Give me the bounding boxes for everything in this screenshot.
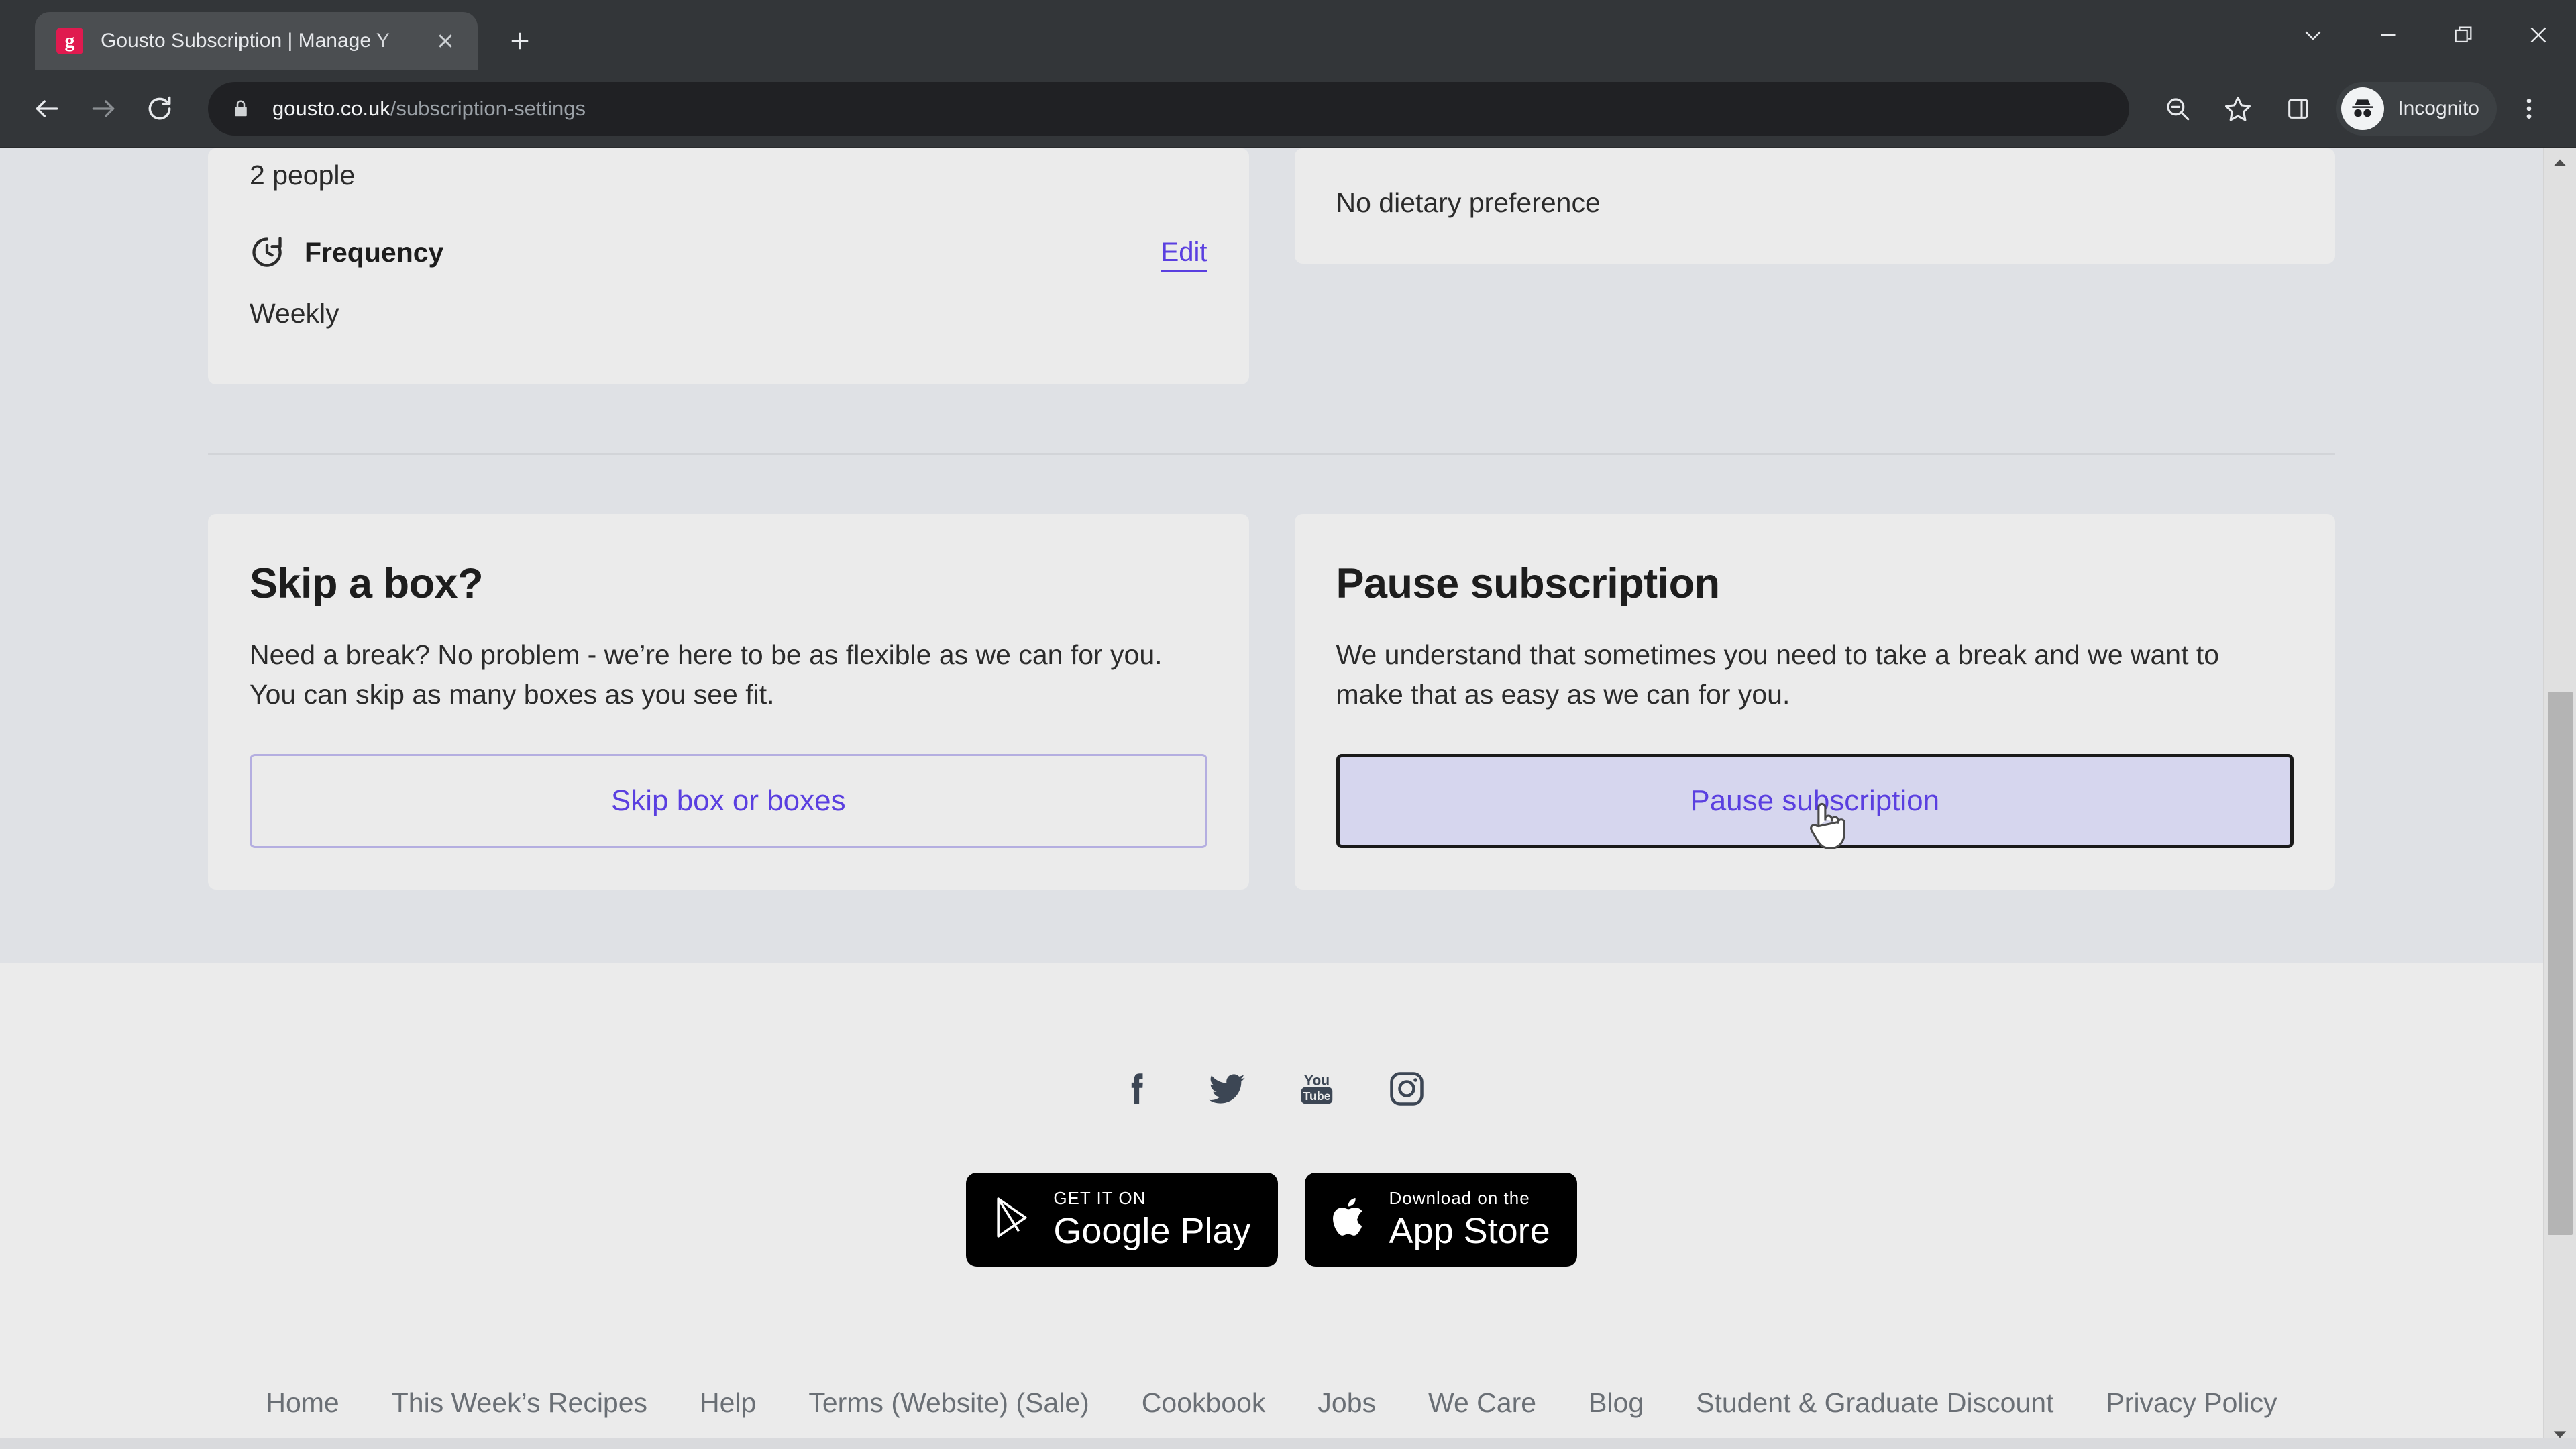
browser-tab[interactable]: g Gousto Subscription | Manage Y [35, 12, 478, 70]
lock-icon [231, 99, 255, 119]
page-viewport: 2 people Frequency Edit Weekly No dietar… [0, 148, 2576, 1449]
google-play-small: GET IT ON [1053, 1188, 1146, 1209]
instagram-icon[interactable] [1382, 1064, 1432, 1114]
bookmark-star-icon[interactable] [2210, 80, 2266, 137]
footer-link-home[interactable]: Home [266, 1387, 339, 1419]
back-arrow-icon[interactable] [19, 80, 75, 137]
page-content: 2 people Frequency Edit Weekly No dietar… [0, 148, 2543, 1449]
tab-strip: g Gousto Subscription | Manage Y [0, 0, 2576, 70]
skip-button-label: Skip box or boxes [610, 784, 846, 817]
dietary-preference-card: No dietary preference [1294, 148, 2335, 264]
svg-text:You: You [1303, 1073, 1329, 1088]
skip-box-or-boxes-button[interactable]: Skip box or boxes [250, 753, 1208, 848]
twitter-icon[interactable] [1202, 1064, 1252, 1114]
tab-search-icon[interactable] [2275, 0, 2351, 70]
side-panel-icon[interactable] [2270, 80, 2326, 137]
footer-link-blog[interactable]: Blog [1589, 1387, 1644, 1419]
app-store-text: Download on the App Store [1389, 1189, 1550, 1249]
google-play-text: GET IT ON Google Play [1053, 1189, 1250, 1249]
subscription-settings-row: 2 people Frequency Edit Weekly No dietar… [0, 148, 2543, 384]
frequency-row: Frequency Edit [250, 235, 1208, 270]
new-tab-button[interactable] [496, 17, 543, 64]
browser-toolbar: gousto.co.uk/subscription-settings Incog… [0, 70, 2576, 148]
pause-card-heading: Pause subscription [1336, 560, 1721, 607]
frequency-label: Frequency [305, 236, 444, 268]
bottom-edge-strip [0, 1438, 2576, 1449]
site-footer: You Tube GET IT ON Google Play Download … [0, 963, 2543, 1449]
skip-card-heading: Skip a box? [250, 560, 484, 607]
gousto-favicon: g [56, 28, 83, 54]
page-scrollbar[interactable] [2543, 148, 2576, 1449]
footer-link-we-care[interactable]: We Care [1428, 1387, 1536, 1419]
household-size-value: 2 people [250, 160, 356, 191]
footer-link-jobs[interactable]: Jobs [1318, 1387, 1376, 1419]
subscription-details-card: 2 people Frequency Edit Weekly [208, 148, 1249, 384]
frequency-edit-link[interactable]: Edit [1161, 237, 1208, 268]
window-close-icon[interactable] [2501, 0, 2576, 70]
browser-window: g Gousto Subscription | Manage Y gousto.… [0, 0, 2576, 1449]
minimize-icon[interactable] [2351, 0, 2426, 70]
url-host: gousto.co.uk [272, 96, 390, 120]
address-bar[interactable]: gousto.co.uk/subscription-settings [208, 81, 2130, 136]
google-play-badge[interactable]: GET IT ON Google Play [966, 1172, 1278, 1267]
incognito-indicator[interactable]: Incognito [2336, 81, 2497, 136]
google-play-big: Google Play [1053, 1211, 1251, 1252]
zoom-out-icon[interactable] [2149, 80, 2206, 137]
social-links: You Tube [0, 1064, 2543, 1114]
reload-icon[interactable] [131, 80, 188, 137]
youtube-icon[interactable]: You Tube [1292, 1064, 1342, 1114]
footer-link-terms[interactable]: Terms (Website) (Sale) [808, 1387, 1089, 1419]
skip-card-body: Need a break? No problem - we’re here to… [250, 639, 1163, 710]
app-store-small: Download on the [1389, 1188, 1530, 1209]
three-dot-menu-icon[interactable] [2501, 80, 2557, 137]
google-play-icon [993, 1195, 1034, 1243]
skip-a-box-card: Skip a box? Need a break? No problem - w… [208, 514, 1249, 890]
footer-link-student-graduate-discount[interactable]: Student & Graduate Discount [1696, 1387, 2053, 1419]
app-store-badges: GET IT ON Google Play Download on the Ap… [0, 1172, 2543, 1267]
frequency-value: Weekly [250, 298, 339, 329]
pause-subscription-card: Pause subscription We understand that so… [1294, 514, 2335, 890]
actions-row: Skip a box? Need a break? No problem - w… [0, 455, 2543, 890]
scrollbar-thumb[interactable] [2548, 692, 2573, 1235]
url-path: /subscription-settings [390, 96, 586, 120]
incognito-label: Incognito [2398, 97, 2479, 119]
apple-icon [1332, 1194, 1371, 1244]
pause-button-label: Pause subscription [1690, 784, 1940, 817]
footer-links-row-1: Home This Week’s Recipes Help Terms (Web… [0, 1387, 2543, 1419]
facebook-icon[interactable] [1112, 1064, 1162, 1114]
incognito-avatar-icon [2341, 87, 2385, 130]
app-store-badge[interactable]: Download on the App Store [1304, 1172, 1577, 1267]
pause-card-body: We understand that sometimes you need to… [1336, 639, 2220, 710]
svg-text:Tube: Tube [1303, 1089, 1330, 1103]
footer-link-this-weeks-recipes[interactable]: This Week’s Recipes [392, 1387, 647, 1419]
footer-link-help[interactable]: Help [700, 1387, 756, 1419]
app-store-big: App Store [1389, 1211, 1550, 1252]
footer-link-privacy-policy[interactable]: Privacy Policy [2106, 1387, 2277, 1419]
dietary-preference-value: No dietary preference [1336, 187, 1601, 218]
footer-link-cookbook[interactable]: Cookbook [1142, 1387, 1266, 1419]
tab-close-icon[interactable] [427, 22, 464, 60]
forward-arrow-icon[interactable] [75, 80, 131, 137]
scroll-up-arrow-icon[interactable] [2544, 148, 2576, 178]
window-controls [2275, 0, 2576, 70]
url-text: gousto.co.uk/subscription-settings [272, 97, 586, 121]
clock-refresh-icon [250, 235, 284, 270]
tab-title: Gousto Subscription | Manage Y [101, 30, 390, 52]
restore-icon[interactable] [2426, 0, 2501, 70]
pause-subscription-button[interactable]: Pause subscription [1336, 753, 2294, 849]
